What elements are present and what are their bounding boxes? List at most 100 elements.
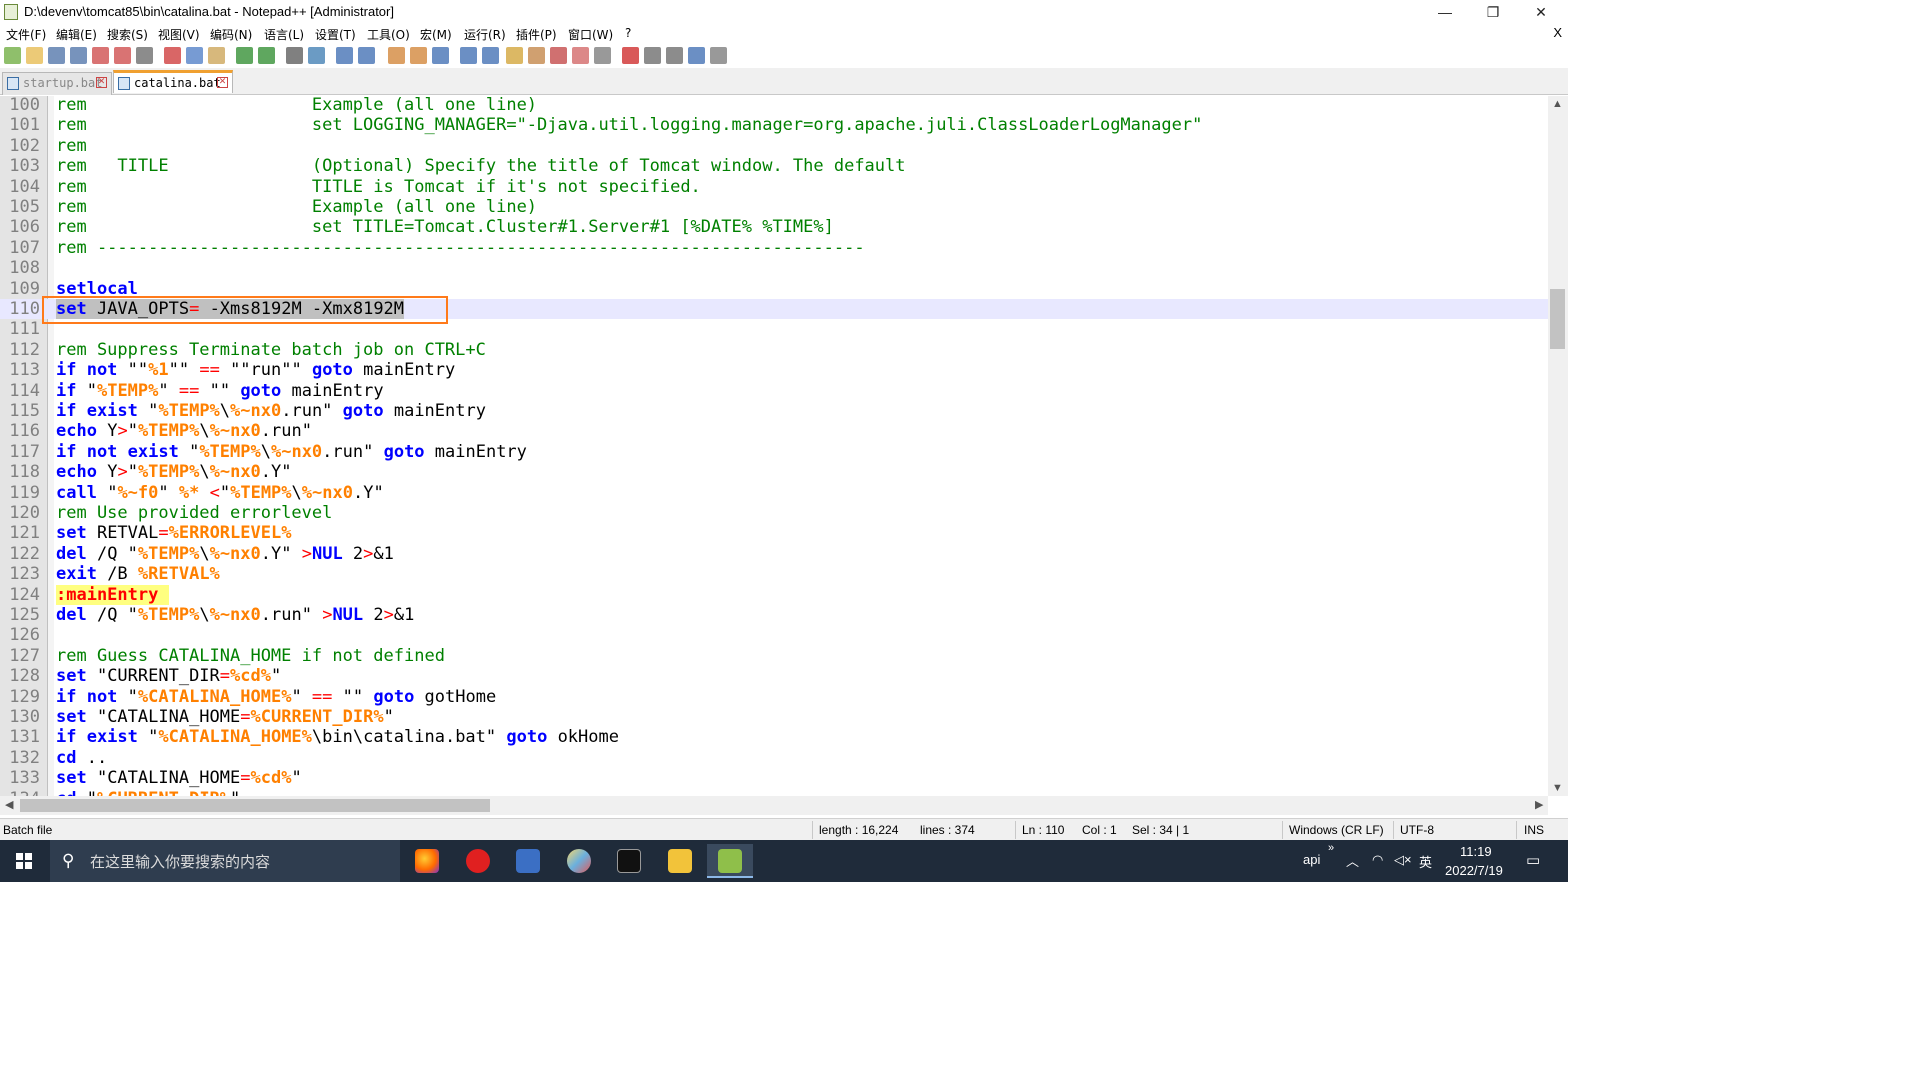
- code-line[interactable]: 108: [0, 258, 1548, 278]
- code-line[interactable]: 101 rem set LOGGING_MANAGER="-Djava.util.…: [0, 115, 1548, 135]
- zoom-in-icon[interactable]: [336, 47, 353, 64]
- menu-language[interactable]: 语言(L): [264, 26, 304, 43]
- function-list-icon[interactable]: [528, 47, 545, 64]
- menu-tools[interactable]: 工具(O): [367, 26, 410, 43]
- code-line[interactable]: 122 del /Q "%TEMP%\%~nx0.Y" >NUL 2>&1: [0, 544, 1548, 564]
- code-line[interactable]: 114 if "%TEMP%" == "" goto mainEntry: [0, 381, 1548, 401]
- minimize-button[interactable]: —: [1422, 0, 1468, 24]
- code-line[interactable]: 125 del /Q "%TEMP%\%~nx0.run" >NUL 2>&1: [0, 605, 1548, 625]
- save-macro-icon[interactable]: [710, 47, 727, 64]
- code-line[interactable]: 112 rem Suppress Terminate batch job on C…: [0, 340, 1548, 360]
- menu-help[interactable]: ?: [625, 26, 631, 40]
- code-line[interactable]: 131 if exist "%CATALINA_HOME%\bin\catalin…: [0, 727, 1548, 747]
- taskbar-search-box[interactable]: ⚲ 在这里输入你要搜索的内容: [50, 840, 400, 882]
- code-line[interactable]: 132 cd ..: [0, 748, 1548, 768]
- paint-icon[interactable]: [556, 844, 602, 878]
- monitor-icon[interactable]: [594, 47, 611, 64]
- start-button[interactable]: [0, 840, 48, 882]
- code-line[interactable]: 123 exit /B %RETVAL%: [0, 564, 1548, 584]
- menu-plugins[interactable]: 插件(P): [516, 26, 557, 43]
- code-line[interactable]: 128 set "CURRENT_DIR=%cd%": [0, 666, 1548, 686]
- code-line[interactable]: 120 rem Use provided errorlevel: [0, 503, 1548, 523]
- show-hidden-icons-icon[interactable]: ︿: [1346, 851, 1359, 893]
- code-line[interactable]: 129 if not "%CATALINA_HOME%" == "" goto g…: [0, 687, 1548, 707]
- paste-icon[interactable]: [208, 47, 225, 64]
- vertical-scrollbar[interactable]: ▲ ▼: [1548, 96, 1568, 796]
- close-icon[interactable]: [92, 47, 109, 64]
- open-file-icon[interactable]: [26, 47, 43, 64]
- run-macro-multiple-icon[interactable]: [688, 47, 705, 64]
- code-line[interactable]: 133 set "CATALINA_HOME=%cd%": [0, 768, 1548, 788]
- scroll-right-icon[interactable]: ▶: [1535, 798, 1543, 811]
- menu-encoding[interactable]: 编码(N): [210, 26, 252, 43]
- scroll-down-icon[interactable]: ▼: [1552, 782, 1563, 794]
- clock-date[interactable]: 2022/7/19: [1445, 863, 1503, 905]
- record-macro-icon[interactable]: [622, 47, 639, 64]
- undo-icon[interactable]: [236, 47, 253, 64]
- code-line[interactable]: 116 echo Y>"%TEMP%\%~nx0.run": [0, 421, 1548, 441]
- close-tab-icon[interactable]: ✕: [96, 77, 107, 88]
- scroll-left-icon[interactable]: ◀: [5, 798, 13, 811]
- code-line[interactable]: 115 if exist "%TEMP%\%~nx0.run" goto main…: [0, 401, 1548, 421]
- menu-run[interactable]: 运行(R): [464, 26, 506, 43]
- tray-more-icon[interactable]: »: [1328, 842, 1334, 884]
- code-line[interactable]: 100 rem Example (all one line): [0, 96, 1548, 115]
- close-document-button[interactable]: X: [1553, 25, 1562, 40]
- show-all-chars-icon[interactable]: [460, 47, 477, 64]
- volume-icon[interactable]: ◁×: [1394, 852, 1412, 894]
- calculator-icon[interactable]: [505, 844, 551, 878]
- folder-workspace-icon[interactable]: [550, 47, 567, 64]
- play-macro-icon[interactable]: [666, 47, 683, 64]
- terminal-icon[interactable]: [606, 844, 652, 878]
- code-editor[interactable]: 100 rem Example (all one line) 101 rem set …: [0, 96, 1548, 796]
- menu-settings[interactable]: 设置(T): [315, 26, 356, 43]
- menu-macro[interactable]: 宏(M): [420, 26, 452, 43]
- menu-window[interactable]: 窗口(W): [568, 26, 613, 43]
- code-line[interactable]: 127 rem Guess CATALINA_HOME if not define…: [0, 646, 1548, 666]
- save-icon[interactable]: [48, 47, 65, 64]
- copy-icon[interactable]: [186, 47, 203, 64]
- notepad-plus-plus-icon[interactable]: [707, 844, 753, 878]
- horizontal-scroll-thumb[interactable]: [20, 799, 490, 812]
- zoom-out-icon[interactable]: [358, 47, 375, 64]
- code-line[interactable]: 105 rem Example (all one line): [0, 197, 1548, 217]
- file-explorer-icon[interactable]: [657, 844, 703, 878]
- sync-vertical-icon[interactable]: [388, 47, 405, 64]
- notification-icon[interactable]: ▭: [1526, 851, 1540, 893]
- code-line[interactable]: 121 set RETVAL=%ERRORLEVEL%: [0, 523, 1548, 543]
- tab-startup-bat[interactable]: startup.bat ✕: [2, 72, 112, 95]
- print-icon[interactable]: [136, 47, 153, 64]
- close-tab-icon[interactable]: ✕: [217, 77, 228, 88]
- redo-icon[interactable]: [258, 47, 275, 64]
- menu-search[interactable]: 搜索(S): [107, 26, 148, 43]
- code-line[interactable]: 102 rem: [0, 136, 1548, 156]
- close-all-icon[interactable]: [114, 47, 131, 64]
- code-line[interactable]: 103 rem TITLE (Optional) Specify the titl…: [0, 156, 1548, 176]
- scroll-up-icon[interactable]: ▲: [1552, 98, 1563, 110]
- indent-guide-icon[interactable]: [482, 47, 499, 64]
- menu-file[interactable]: 文件(F): [6, 26, 46, 43]
- code-line[interactable]: 134 cd "%CURRENT_DIR%": [0, 789, 1548, 796]
- close-window-button[interactable]: ✕: [1518, 0, 1564, 24]
- find-icon[interactable]: [286, 47, 303, 64]
- menu-view[interactable]: 视图(V): [158, 26, 200, 43]
- sync-horizontal-icon[interactable]: [410, 47, 427, 64]
- cut-icon[interactable]: [164, 47, 181, 64]
- replace-icon[interactable]: [308, 47, 325, 64]
- maximize-button[interactable]: ❐: [1470, 0, 1516, 24]
- tab-catalina-bat[interactable]: catalina.bat ✕: [113, 70, 233, 93]
- code-line[interactable]: 113 if not ""%1"" == ""run"" goto mainEnt…: [0, 360, 1548, 380]
- network-icon[interactable]: ◠: [1372, 852, 1383, 894]
- save-all-icon[interactable]: [70, 47, 87, 64]
- code-line[interactable]: 130 set "CATALINA_HOME=%CURRENT_DIR%": [0, 707, 1548, 727]
- netease-music-icon[interactable]: [455, 844, 501, 878]
- code-line[interactable]: 104 rem TITLE is Tomcat if it's not speci…: [0, 177, 1548, 197]
- code-line[interactable]: 126: [0, 625, 1548, 645]
- horizontal-scrollbar[interactable]: ◀ ▶: [0, 796, 1548, 815]
- code-line[interactable]: 107 rem ---------------------------------…: [0, 238, 1548, 258]
- doc-list-icon[interactable]: [572, 47, 589, 64]
- code-line[interactable]: 119 call "%~f0" %* <"%TEMP%\%~nx0.Y": [0, 483, 1548, 503]
- word-wrap-icon[interactable]: [432, 47, 449, 64]
- code-line[interactable]: 118 echo Y>"%TEMP%\%~nx0.Y": [0, 462, 1548, 482]
- stop-record-icon[interactable]: [644, 47, 661, 64]
